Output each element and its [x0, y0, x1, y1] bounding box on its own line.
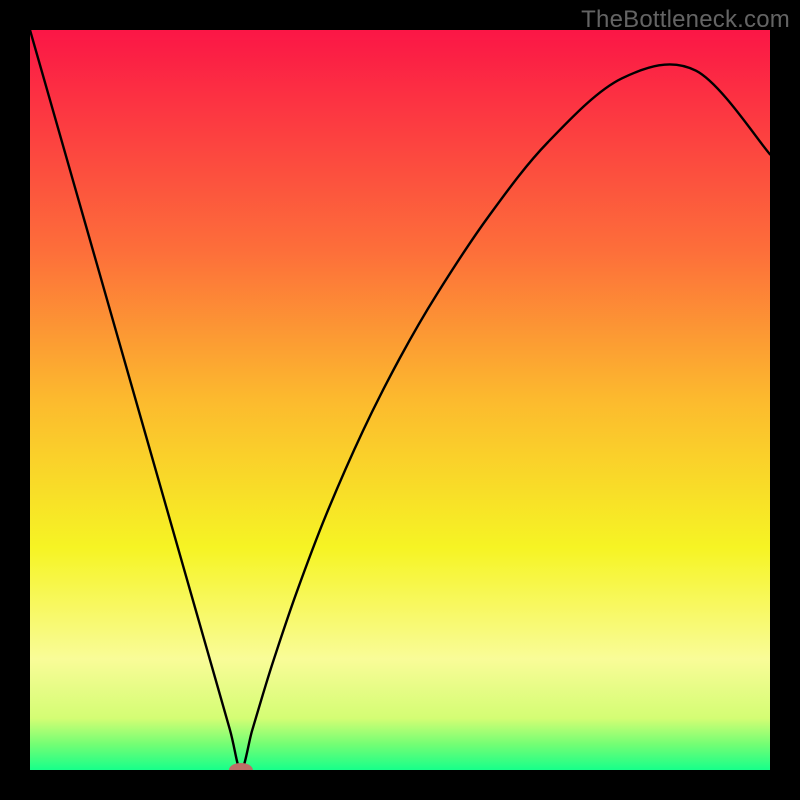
watermark-text: TheBottleneck.com	[581, 6, 790, 34]
bottleneck-chart	[30, 30, 770, 770]
chart-frame: TheBottleneck.com	[0, 0, 800, 800]
plot-background	[30, 30, 770, 770]
